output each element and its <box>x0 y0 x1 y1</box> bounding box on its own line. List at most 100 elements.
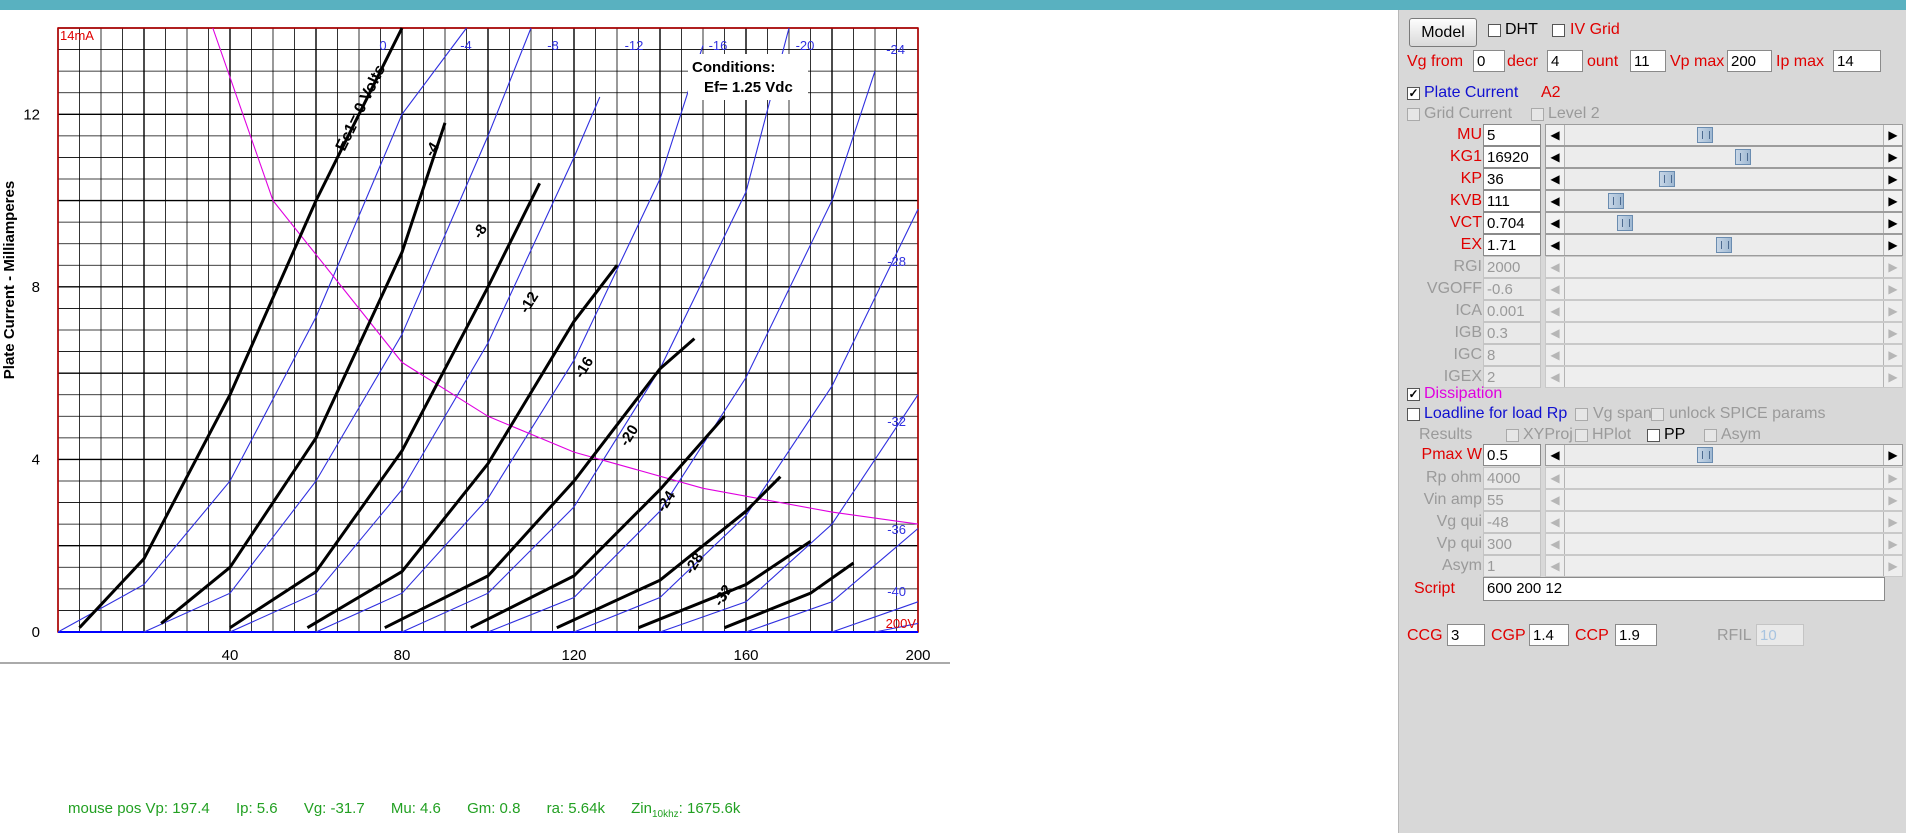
load-param-0-slider[interactable]: ◀ ▶ <box>1545 467 1903 489</box>
param-rgi-field[interactable]: 2000 <box>1483 256 1541 278</box>
param-ica-slider-track[interactable] <box>1565 301 1883 321</box>
level-2-checkbox[interactable] <box>1531 108 1544 121</box>
param-kg1-field[interactable]: 16920 <box>1483 146 1541 168</box>
unlock-spice-checkbox[interactable] <box>1651 408 1664 421</box>
load-param-0-field[interactable]: 4000 <box>1483 467 1541 489</box>
pp-checkbox[interactable] <box>1647 429 1660 442</box>
param-vgoff-slider[interactable]: ◀ ▶ <box>1545 278 1903 300</box>
param-kg1-slider-track[interactable] <box>1565 147 1883 167</box>
load-param-1-slider[interactable]: ◀ ▶ <box>1545 489 1903 511</box>
param-igex-slider-increment[interactable]: ▶ <box>1883 367 1902 387</box>
load-param-2-slider-decrement[interactable]: ◀ <box>1546 512 1565 532</box>
param-igc-slider-decrement[interactable]: ◀ <box>1546 345 1565 365</box>
load-param-1-slider-decrement[interactable]: ◀ <box>1546 490 1565 510</box>
param-vgoff-field[interactable]: -0.6 <box>1483 278 1541 300</box>
param-igex-slider-decrement[interactable]: ◀ <box>1546 367 1565 387</box>
param-mu-field[interactable]: 5 <box>1483 124 1541 146</box>
script-field[interactable]: 600 200 12 <box>1483 577 1885 601</box>
param-vct-slider-decrement[interactable]: ◀ <box>1546 213 1565 233</box>
param-igc-slider-increment[interactable]: ▶ <box>1883 345 1902 365</box>
loadline-checkbox[interactable] <box>1407 408 1420 421</box>
param-igb-slider-decrement[interactable]: ◀ <box>1546 323 1565 343</box>
load-param-0-slider-track[interactable] <box>1565 468 1883 488</box>
param-kg1-slider-thumb[interactable] <box>1735 149 1752 165</box>
param-vct-slider-increment[interactable]: ▶ <box>1883 213 1902 233</box>
ccg-field[interactable]: 3 <box>1447 624 1485 646</box>
param-kvb-field[interactable]: 111 <box>1483 190 1541 212</box>
ccp-field[interactable]: 1.9 <box>1615 624 1657 646</box>
load-param-4-slider[interactable]: ◀ ▶ <box>1545 555 1903 577</box>
param-vct-field[interactable]: 0.704 <box>1483 212 1541 234</box>
model-button[interactable]: Model <box>1409 18 1477 47</box>
load-param-0-slider-decrement[interactable]: ◀ <box>1546 468 1565 488</box>
load-param-2-slider[interactable]: ◀ ▶ <box>1545 511 1903 533</box>
param-igc-slider[interactable]: ◀ ▶ <box>1545 344 1903 366</box>
load-param-4-slider-decrement[interactable]: ◀ <box>1546 556 1565 576</box>
param-vgoff-slider-decrement[interactable]: ◀ <box>1546 279 1565 299</box>
param-vgoff-slider-increment[interactable]: ▶ <box>1883 279 1902 299</box>
param-ex-field[interactable]: 1.71 <box>1483 234 1541 256</box>
load-param-2-slider-track[interactable] <box>1565 512 1883 532</box>
param-igc-field[interactable]: 8 <box>1483 344 1541 366</box>
load-param-1-slider-increment[interactable]: ▶ <box>1883 490 1902 510</box>
load-param-2-field[interactable]: -48 <box>1483 511 1541 533</box>
hplot-checkbox[interactable] <box>1575 429 1588 442</box>
pmax-slider[interactable]: ◀ ▶ <box>1545 444 1903 466</box>
param-igb-field[interactable]: 0.3 <box>1483 322 1541 344</box>
pmax-field[interactable]: 0.5 <box>1483 444 1541 466</box>
param-kp-slider[interactable]: ◀ ▶ <box>1545 168 1903 190</box>
param-kp-slider-thumb[interactable] <box>1658 171 1675 187</box>
load-param-4-slider-increment[interactable]: ▶ <box>1883 556 1902 576</box>
load-param-3-slider[interactable]: ◀ ▶ <box>1545 533 1903 555</box>
rfil-field[interactable]: 10 <box>1756 624 1804 646</box>
param-rgi-slider[interactable]: ◀ ▶ <box>1545 256 1903 278</box>
param-igc-slider-track[interactable] <box>1565 345 1883 365</box>
asym-checkbox[interactable] <box>1704 429 1717 442</box>
tube-curve-chart[interactable]: 40 80 120 160 200 0 4 8 12 14mA 200V Plate Current … <box>0 10 1398 833</box>
param-kvb-slider[interactable]: ◀ ▶ <box>1545 190 1903 212</box>
load-param-1-field[interactable]: 55 <box>1483 489 1541 511</box>
param-mu-slider-track[interactable] <box>1565 125 1883 145</box>
param-ex-slider-track[interactable] <box>1565 235 1883 255</box>
param-ex-slider-decrement[interactable]: ◀ <box>1546 235 1565 255</box>
param-ex-slider[interactable]: ◀ ▶ <box>1545 234 1903 256</box>
param-mu-slider[interactable]: ◀ ▶ <box>1545 124 1903 146</box>
vg-from-field[interactable]: 0 <box>1473 50 1505 72</box>
iv-grid-checkbox[interactable] <box>1552 24 1565 37</box>
pmax-slider-decrement[interactable]: ◀ <box>1546 445 1565 465</box>
param-kp-slider-decrement[interactable]: ◀ <box>1546 169 1565 189</box>
ip-max-field[interactable]: 14 <box>1833 50 1881 72</box>
count-field[interactable]: 11 <box>1630 50 1666 72</box>
dht-checkbox[interactable] <box>1488 24 1501 37</box>
param-vct-slider[interactable]: ◀ ▶ <box>1545 212 1903 234</box>
param-vgoff-slider-track[interactable] <box>1565 279 1883 299</box>
param-vct-slider-thumb[interactable] <box>1617 215 1634 231</box>
load-param-0-slider-increment[interactable]: ▶ <box>1883 468 1902 488</box>
param-kvb-slider-thumb[interactable] <box>1607 193 1624 209</box>
param-vct-slider-track[interactable] <box>1565 213 1883 233</box>
param-kp-field[interactable]: 36 <box>1483 168 1541 190</box>
param-kvb-slider-track[interactable] <box>1565 191 1883 211</box>
param-ica-slider-decrement[interactable]: ◀ <box>1546 301 1565 321</box>
param-ica-field[interactable]: 0.001 <box>1483 300 1541 322</box>
load-param-3-field[interactable]: 300 <box>1483 533 1541 555</box>
cgp-field[interactable]: 1.4 <box>1529 624 1569 646</box>
grid-current-checkbox[interactable] <box>1407 108 1420 121</box>
param-igex-slider[interactable]: ◀ ▶ <box>1545 366 1903 388</box>
param-mu-slider-increment[interactable]: ▶ <box>1883 125 1902 145</box>
param-kg1-slider-decrement[interactable]: ◀ <box>1546 147 1565 167</box>
pmax-slider-increment[interactable]: ▶ <box>1883 445 1902 465</box>
param-igb-slider-track[interactable] <box>1565 323 1883 343</box>
param-rgi-slider-track[interactable] <box>1565 257 1883 277</box>
load-param-4-slider-track[interactable] <box>1565 556 1883 576</box>
param-ica-slider-increment[interactable]: ▶ <box>1883 301 1902 321</box>
param-rgi-slider-increment[interactable]: ▶ <box>1883 257 1902 277</box>
vg-span-checkbox[interactable] <box>1575 408 1588 421</box>
param-kvb-slider-increment[interactable]: ▶ <box>1883 191 1902 211</box>
vp-max-field[interactable]: 200 <box>1727 50 1772 72</box>
pmax-slider-thumb[interactable] <box>1696 447 1713 463</box>
pmax-slider-track[interactable] <box>1565 445 1883 465</box>
param-ex-slider-increment[interactable]: ▶ <box>1883 235 1902 255</box>
param-mu-slider-decrement[interactable]: ◀ <box>1546 125 1565 145</box>
param-kvb-slider-decrement[interactable]: ◀ <box>1546 191 1565 211</box>
